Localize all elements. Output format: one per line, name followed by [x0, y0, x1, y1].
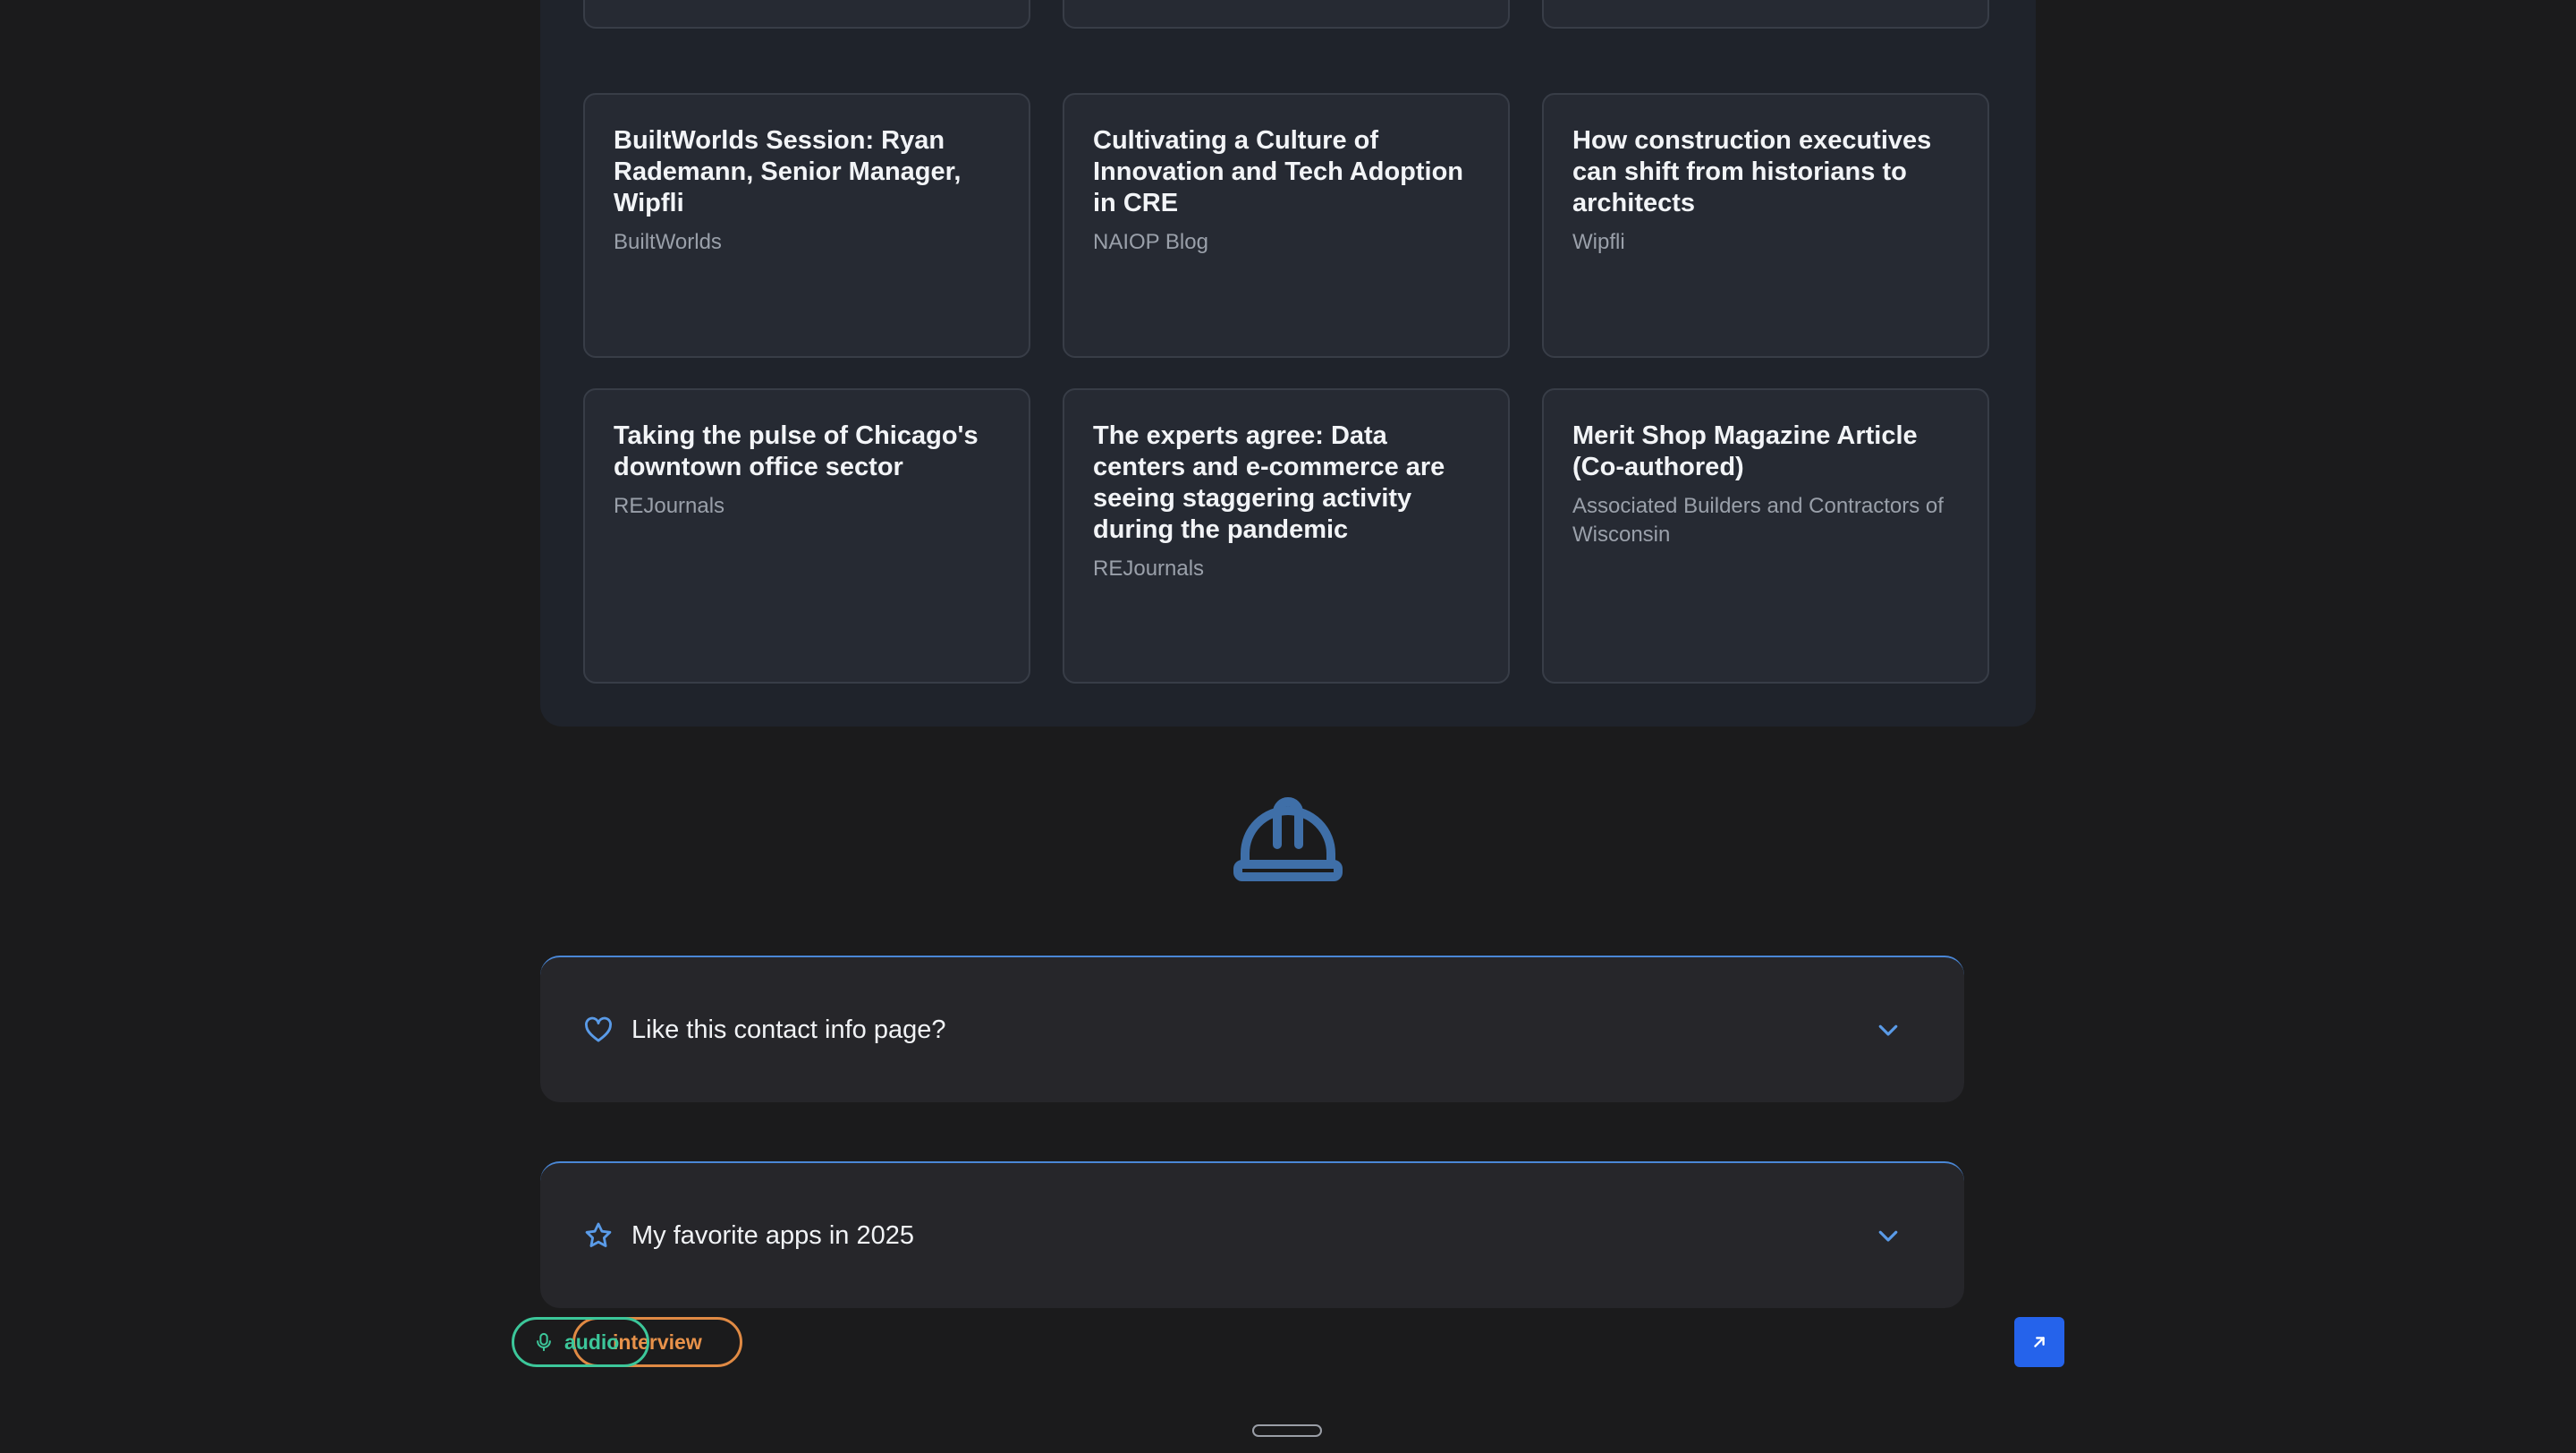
- article-card[interactable]: How construction executives can shift fr…: [1542, 93, 1989, 358]
- accordion-title: Like this contact info page?: [631, 1015, 946, 1044]
- article-card[interactable]: [583, 0, 1030, 29]
- chevron-down-icon[interactable]: [1875, 1222, 1902, 1249]
- accordion-favorite-apps[interactable]: My favorite apps in 2025: [540, 1161, 1964, 1308]
- article-source: REJournals: [1093, 557, 1205, 581]
- article-card[interactable]: BuiltWorlds Session: Ryan Rademann, Seni…: [583, 93, 1030, 358]
- article-title: The experts agree: Data centers and e-co…: [1093, 421, 1445, 544]
- article-source: NAIOP Blog: [1093, 230, 1208, 254]
- heart-icon: [583, 1015, 614, 1045]
- publications-panel: BuiltWorlds Session: Ryan Rademann, Seni…: [540, 0, 2036, 726]
- article-title: How construction executives can shift fr…: [1572, 126, 1932, 217]
- open-external-button[interactable]: [2014, 1317, 2064, 1367]
- home-indicator: [1252, 1424, 1322, 1437]
- audio-pill-label: audio: [564, 1330, 620, 1354]
- article-title: BuiltWorlds Session: Ryan Rademann, Seni…: [614, 126, 962, 217]
- article-card[interactable]: [1063, 0, 1510, 29]
- article-card[interactable]: Cultivating a Culture of Innovation and …: [1063, 93, 1510, 358]
- audio-pill[interactable]: audio: [512, 1317, 649, 1367]
- arrow-up-right-icon: [2034, 1337, 2045, 1347]
- article-source: Associated Builders and Contractors of W…: [1572, 494, 1944, 547]
- microphone-icon: [534, 1332, 554, 1352]
- article-card[interactable]: Merit Shop Magazine Article (Co-authored…: [1542, 388, 1989, 684]
- chevron-down-icon[interactable]: [1875, 1016, 1902, 1043]
- article-title: Cultivating a Culture of Innovation and …: [1093, 126, 1464, 217]
- accordion-contact-page[interactable]: Like this contact info page?: [540, 956, 1964, 1102]
- article-source: BuiltWorlds: [614, 230, 722, 254]
- star-icon: [583, 1220, 614, 1251]
- article-title: Merit Shop Magazine Article (Co-authored…: [1572, 421, 1918, 481]
- article-title: Taking the pulse of Chicago's downtown o…: [614, 421, 979, 481]
- article-source: REJournals: [614, 494, 725, 518]
- article-card[interactable]: Taking the pulse of Chicago's downtown o…: [583, 388, 1030, 684]
- article-source: Wipfli: [1572, 230, 1625, 254]
- article-card[interactable]: [1542, 0, 1989, 29]
- accordion-title: My favorite apps in 2025: [631, 1220, 914, 1250]
- hard-hat-icon: [1233, 794, 1343, 884]
- article-card[interactable]: The experts agree: Data centers and e-co…: [1063, 388, 1510, 684]
